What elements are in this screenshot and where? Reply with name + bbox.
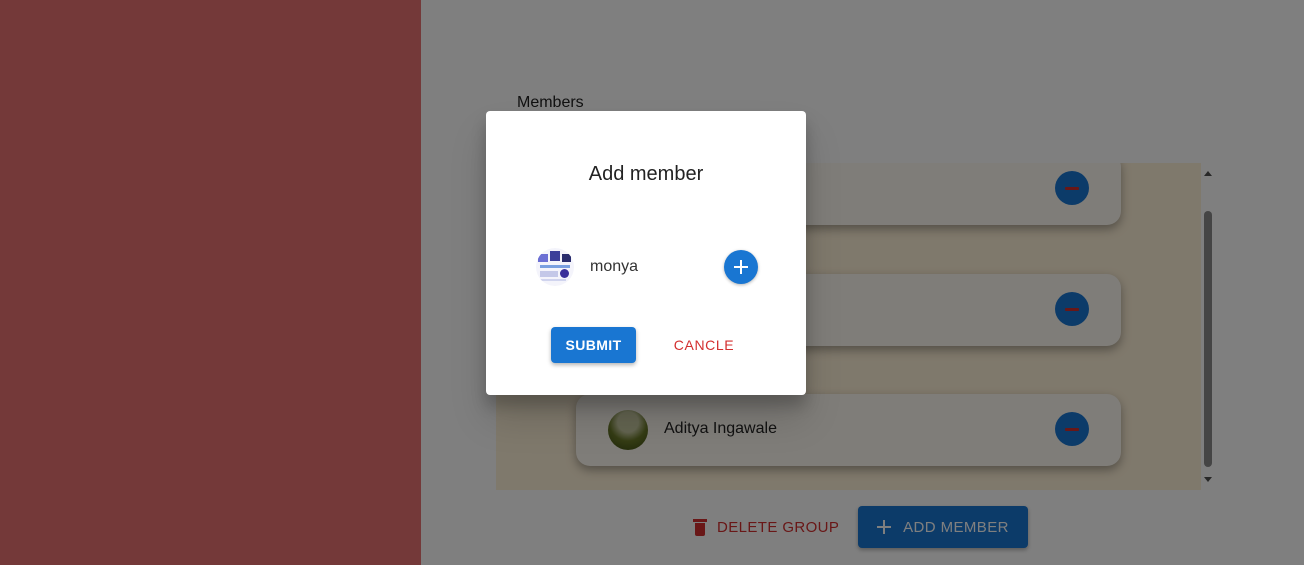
dialog-title: Add member [588,163,704,185]
submit-button[interactable]: SUBMIT [551,327,636,363]
candidate-name: monya [590,258,639,275]
cancel-button[interactable]: CANCLE [666,327,742,363]
plus-icon [734,260,748,274]
add-member-dialog: Add member monya SUBMIT CANCLE [486,111,806,395]
add-candidate-button[interactable] [724,250,758,284]
avatar [536,248,574,286]
